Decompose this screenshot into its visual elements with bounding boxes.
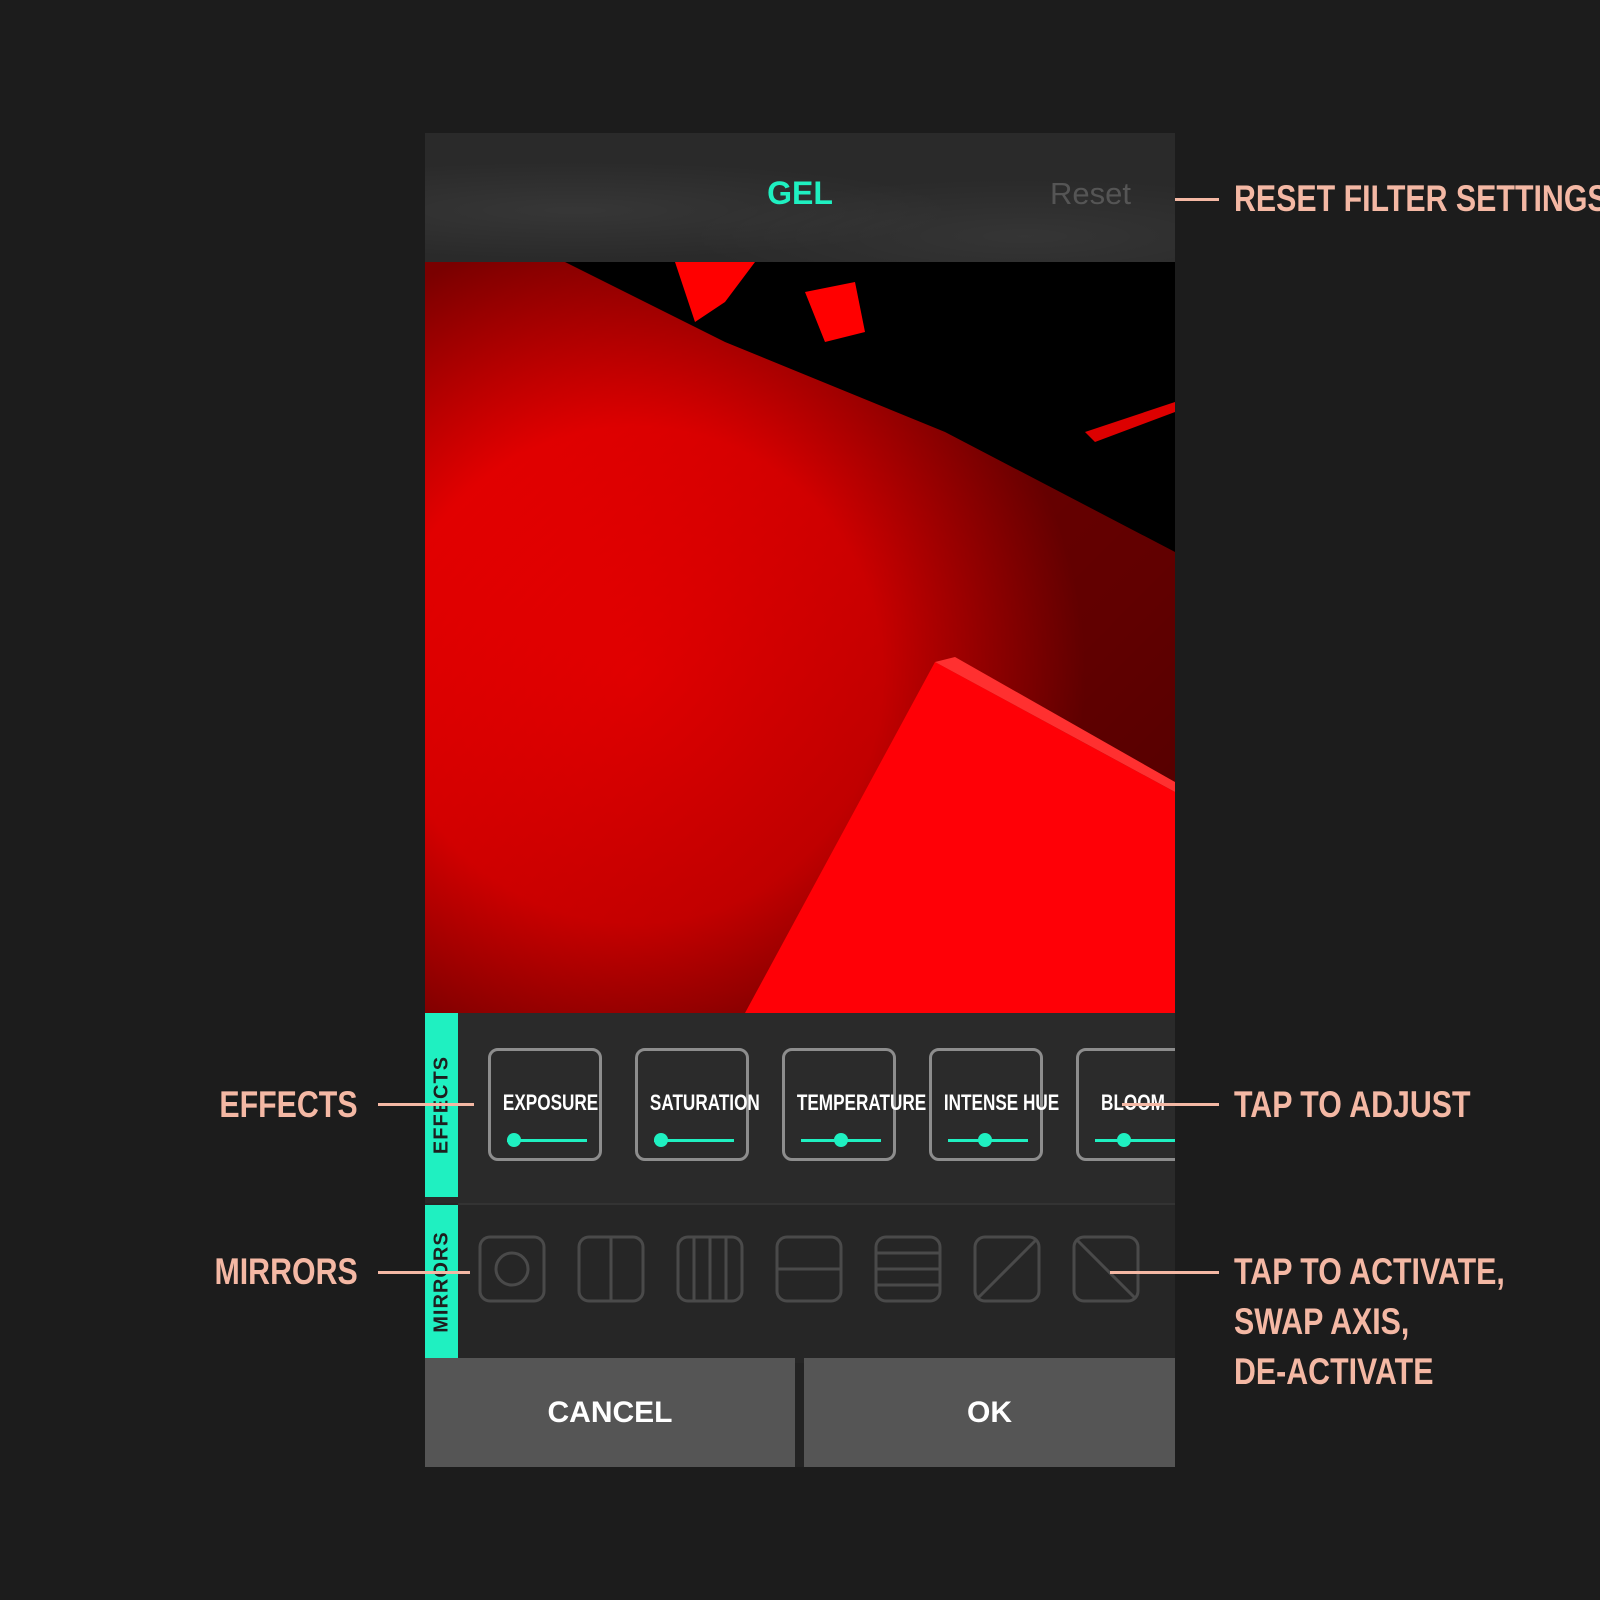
mirror-vertical-split-button[interactable] xyxy=(577,1235,645,1303)
effect-saturation-label: SATURATION xyxy=(649,1090,760,1115)
reset-button[interactable]: Reset xyxy=(1050,176,1131,212)
cancel-button[interactable]: CANCEL xyxy=(425,1358,795,1467)
mirror-circle-button[interactable] xyxy=(478,1235,546,1303)
annotation-tap-activate-line3: DE-ACTIVATE xyxy=(1234,1351,1434,1392)
effect-intense-hue-knob xyxy=(978,1133,992,1147)
effect-temperature-label: TEMPERATURE xyxy=(796,1090,927,1115)
mirror-quad-vertical-button[interactable] xyxy=(676,1235,744,1303)
mirror-diagonal-down-icon xyxy=(1072,1235,1140,1303)
annotation-reset: RESET FILTER SETTINGS xyxy=(1234,178,1600,219)
leader-mirrors xyxy=(378,1271,470,1274)
mirror-horizontal-split-icon xyxy=(775,1235,843,1303)
ok-button[interactable]: OK xyxy=(804,1358,1175,1467)
mirror-circle-icon xyxy=(478,1235,546,1303)
mirror-quad-horizontal-button[interactable] xyxy=(874,1235,942,1303)
top-bar: GEL Reset xyxy=(425,133,1175,262)
effect-bloom-knob xyxy=(1117,1133,1131,1147)
effect-bloom-slider xyxy=(1095,1139,1175,1142)
leader-tap-adjust xyxy=(1122,1103,1219,1106)
mirror-diagonal-up-icon xyxy=(973,1235,1041,1303)
annotation-mirrors: MIRRORS xyxy=(214,1251,358,1292)
mirror-vertical-split-icon xyxy=(577,1235,645,1303)
effect-saturation-knob xyxy=(654,1133,668,1147)
annotation-tap-adjust: TAP TO ADJUST xyxy=(1234,1084,1471,1125)
effect-temperature-knob xyxy=(834,1133,848,1147)
photo-image xyxy=(425,262,1175,1013)
annotation-tap-activate-line2: SWAP AXIS, xyxy=(1234,1301,1410,1342)
mirror-quad-horizontal-icon xyxy=(874,1235,942,1303)
panel-divider xyxy=(458,1203,1175,1205)
leader-tap-activate xyxy=(1110,1271,1219,1274)
mirror-quad-vertical-icon xyxy=(676,1235,744,1303)
effect-exposure-label: EXPOSURE xyxy=(502,1090,599,1115)
mirror-horizontal-split-button[interactable] xyxy=(775,1235,843,1303)
effect-saturation-button[interactable]: SATURATION xyxy=(635,1048,760,1161)
effect-intense-hue-label: INTENSE HUE xyxy=(943,1090,1060,1115)
leader-effects xyxy=(378,1103,474,1106)
effect-temperature-button[interactable]: TEMPERATURE xyxy=(782,1048,927,1161)
annotation-tap-activate-line1: TAP TO ACTIVATE, xyxy=(1234,1251,1505,1292)
photo-preview xyxy=(425,262,1175,1013)
effect-exposure-knob xyxy=(507,1133,521,1147)
mirror-diagonal-down-button[interactable] xyxy=(1072,1235,1140,1303)
effect-intense-hue-button[interactable]: INTENSE HUE xyxy=(929,1048,1060,1161)
mirrors-tab-label: MIRRORS xyxy=(430,1230,452,1333)
annotation-effects: EFFECTS xyxy=(219,1084,358,1125)
mirror-diagonal-up-button[interactable] xyxy=(973,1235,1041,1303)
app-screen: GEL Reset EXPOSURE SATURATION TEMPERATUR… xyxy=(425,133,1175,1467)
effect-exposure-button[interactable]: EXPOSURE xyxy=(488,1048,602,1161)
mirrors-tab: MIRRORS xyxy=(425,1205,458,1358)
